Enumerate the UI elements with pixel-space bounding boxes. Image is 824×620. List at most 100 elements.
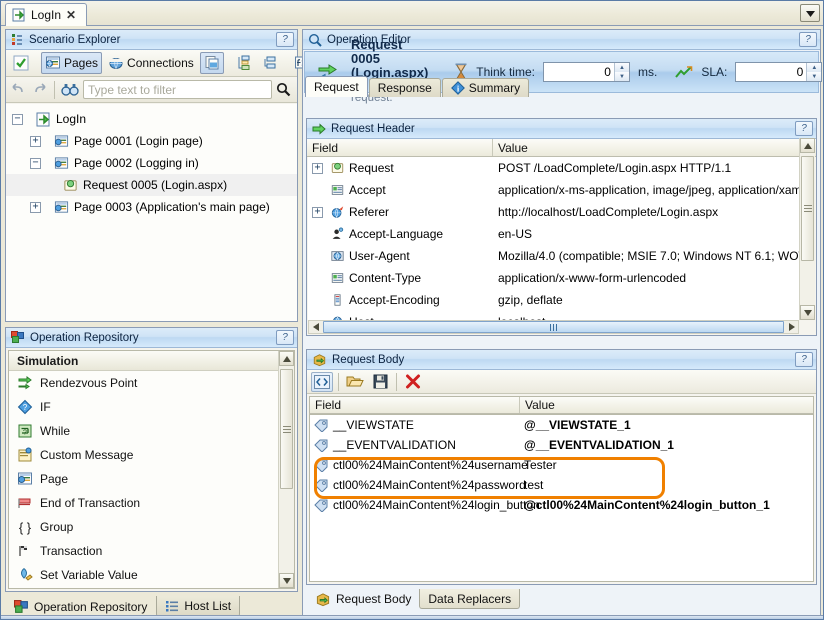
table-row[interactable]: Accept-Language en-US xyxy=(308,223,815,245)
column-value[interactable]: Value xyxy=(520,397,813,413)
code-view-button[interactable] xyxy=(311,371,333,392)
row-expander[interactable]: + xyxy=(312,206,323,218)
sla-input[interactable] xyxy=(736,63,807,81)
spin-up-icon[interactable]: ▲ xyxy=(807,63,822,72)
scroll-left-arrow[interactable] xyxy=(309,321,322,333)
save-file-button[interactable] xyxy=(369,372,391,392)
help-button[interactable]: ? xyxy=(795,352,813,367)
redo-icon[interactable] xyxy=(31,82,48,97)
operation-repository-list[interactable]: Simulation Rendezvous Point ? IF ? While… xyxy=(8,350,295,589)
tab-request[interactable]: Request xyxy=(305,76,368,97)
scrollbar-thumb[interactable] xyxy=(801,156,814,261)
sla-spin-buttons[interactable]: ▲ ▼ xyxy=(806,63,822,81)
table-row[interactable]: + Referer http://localhost/LoadComplete/… xyxy=(308,201,815,223)
tree-node-page-0002[interactable]: − Page 0002 (Logging in) xyxy=(6,152,297,174)
help-button[interactable]: ? xyxy=(276,330,294,345)
operation-item-call-scenario[interactable]: Call Scenario xyxy=(9,587,294,588)
tab-host-list[interactable]: Host List xyxy=(156,596,241,617)
table-row[interactable]: User-Agent Mozilla/4.0 (compatible; MSIE… xyxy=(308,245,815,267)
operation-item-group[interactable]: { } Group xyxy=(9,515,294,539)
column-value[interactable]: Value xyxy=(493,139,816,156)
tree-node-page-0001[interactable]: + Page 0001 (Login page) xyxy=(6,130,297,152)
scroll-down-arrow[interactable] xyxy=(279,573,294,588)
tree-expander[interactable]: − xyxy=(12,113,23,125)
tab-summary[interactable]: i Summary xyxy=(441,78,530,97)
operation-item-custom-message[interactable]: Custom Message xyxy=(9,443,294,467)
scenario-tree[interactable]: − LogIn + Page 0001 (Login page) − Page … xyxy=(6,104,297,321)
spin-up-icon[interactable]: ▲ xyxy=(614,63,629,72)
scroll-down-arrow[interactable] xyxy=(800,305,815,320)
tab-label: Operation Repository xyxy=(34,599,148,614)
tab-data-replacers[interactable]: Data Replacers xyxy=(419,589,521,609)
row-expander[interactable]: + xyxy=(312,162,323,174)
scroll-right-arrow[interactable] xyxy=(785,321,798,333)
collapse-tree-button[interactable] xyxy=(258,52,282,74)
table-row[interactable]: ctl00%24MainContent%24password test xyxy=(310,475,813,495)
request-body-box-icon xyxy=(312,353,327,367)
request-header-hscrollbar[interactable] xyxy=(308,320,799,334)
spin-down-icon[interactable]: ▼ xyxy=(614,72,629,81)
table-row[interactable]: Accept application/x-ms-application, ima… xyxy=(308,179,815,201)
operation-item-set-variable-value[interactable]: Set Variable Value xyxy=(9,563,294,587)
think-time-input[interactable] xyxy=(543,63,614,81)
table-row[interactable]: + Request POST /LoadComplete/Login.aspx … xyxy=(308,157,815,179)
spin-down-icon[interactable]: ▼ xyxy=(807,72,822,81)
scroll-up-arrow[interactable] xyxy=(800,138,815,153)
tree-node-request-0005[interactable]: Request 0005 (Login.aspx) xyxy=(6,174,297,196)
operation-item-transaction[interactable]: Transaction xyxy=(9,539,294,563)
binoculars-icon[interactable] xyxy=(61,82,79,97)
tree-expander[interactable]: − xyxy=(30,157,41,169)
expand-tree-button[interactable] xyxy=(232,52,256,74)
sla-stepper[interactable]: ▲ ▼ xyxy=(735,62,823,82)
tree-node-login[interactable]: − LogIn xyxy=(6,108,297,130)
help-button[interactable]: ? xyxy=(276,32,294,47)
table-row[interactable]: __VIEWSTATE @__VIEWSTATE_1 xyxy=(310,415,813,435)
help-button[interactable]: ? xyxy=(795,121,813,136)
operation-item-while[interactable]: ? While xyxy=(9,419,294,443)
magnifier-icon[interactable] xyxy=(276,82,291,97)
think-time-spin-buttons[interactable]: ▲ ▼ xyxy=(613,63,629,81)
document-tab-login[interactable]: LogIn ✕ xyxy=(5,3,88,26)
table-row[interactable]: Host localhost xyxy=(308,311,815,320)
scrollbar-thumb[interactable] xyxy=(280,369,293,489)
table-row[interactable]: ctl00%24MainContent%24username Tester xyxy=(310,455,813,475)
operation-item-end-of-transaction[interactable]: End of Transaction xyxy=(9,491,294,515)
row-field: Request xyxy=(349,161,394,175)
think-time-stepper[interactable]: ▲ ▼ xyxy=(542,62,630,82)
connections-button[interactable]: Connections xyxy=(104,52,198,74)
open-file-button[interactable] xyxy=(344,372,366,392)
scroll-up-arrow[interactable] xyxy=(279,351,294,366)
pages-button[interactable]: Pages xyxy=(41,52,103,74)
hscrollbar-thumb[interactable] xyxy=(323,321,784,333)
delete-button[interactable] xyxy=(402,372,424,392)
table-row[interactable]: Content-Type application/x-www-form-urle… xyxy=(308,267,815,289)
table-row[interactable]: Accept-Encoding gzip, deflate xyxy=(308,289,815,311)
tab-operation-repository[interactable]: Operation Repository xyxy=(5,596,156,617)
table-row[interactable]: ctl00%24MainContent%24login_button @ctl0… xyxy=(310,495,813,515)
table-row[interactable]: __EVENTVALIDATION @__EVENTVALIDATION_1 xyxy=(310,435,813,455)
enable-checkbox-button[interactable] xyxy=(9,52,33,74)
column-field[interactable]: Field xyxy=(307,139,493,156)
operation-item-if[interactable]: ? IF xyxy=(9,395,294,419)
tag-icon xyxy=(314,479,328,492)
tree-node-page-0003[interactable]: + Page 0003 (Application's main page) xyxy=(6,196,297,218)
operation-item-page[interactable]: Page xyxy=(9,467,294,491)
close-icon[interactable]: ✕ xyxy=(66,8,76,22)
copy-button[interactable] xyxy=(199,52,224,74)
tree-expander[interactable]: + xyxy=(30,135,41,147)
help-button[interactable]: ? xyxy=(799,32,817,47)
request-body-grid[interactable]: __VIEWSTATE @__VIEWSTATE_1 __EVENTVALIDA… xyxy=(309,414,814,582)
undo-icon[interactable] xyxy=(10,82,27,97)
filter-input[interactable]: Type text to filter xyxy=(83,80,272,99)
operation-repository-scrollbar[interactable] xyxy=(278,351,294,588)
tab-label: Request Body xyxy=(336,592,412,606)
operation-item-rendezvous-point[interactable]: Rendezvous Point xyxy=(9,371,294,395)
request-header-grid[interactable]: + Request POST /LoadComplete/Login.aspx … xyxy=(308,157,815,320)
column-field[interactable]: Field xyxy=(310,397,520,413)
chevron-down-icon[interactable] xyxy=(800,4,820,22)
tab-request-body[interactable]: Request Body xyxy=(307,589,419,609)
request-header-vscrollbar[interactable] xyxy=(799,138,815,320)
tree-expander[interactable]: + xyxy=(30,201,41,213)
request-body-box-icon xyxy=(315,592,331,607)
tab-response[interactable]: Response xyxy=(368,78,441,97)
